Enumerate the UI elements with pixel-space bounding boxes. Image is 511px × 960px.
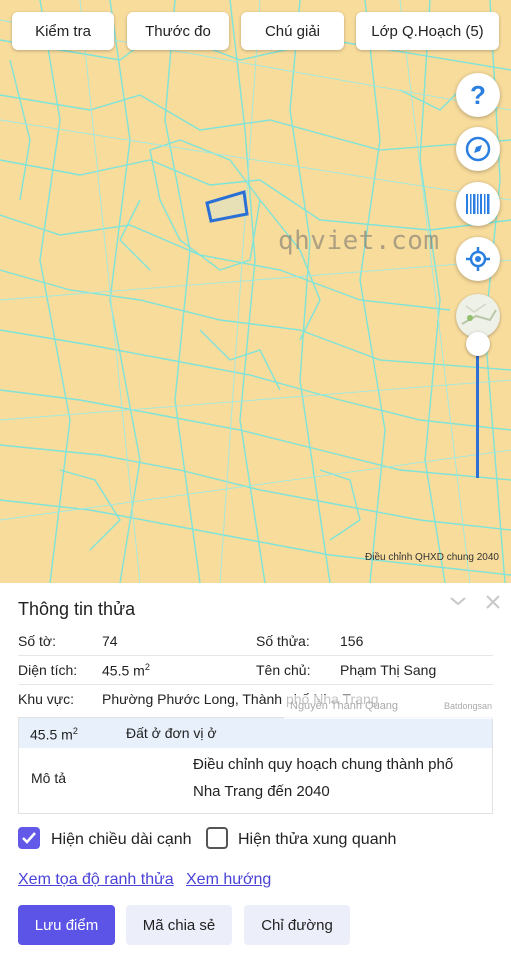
area-label: Diện tích: xyxy=(18,662,78,678)
save-point-button[interactable]: Lưu điểm xyxy=(18,905,115,945)
table-land-type: Đất ở đơn vị ở xyxy=(126,725,217,741)
divider xyxy=(18,655,493,656)
check-button[interactable]: Kiểm tra xyxy=(12,12,114,50)
checkmark-icon xyxy=(22,832,36,844)
owner-value: Phạm Thị Sang xyxy=(340,662,437,678)
desc-value-line2: Nha Trang đến 2040 xyxy=(193,783,330,800)
measure-button[interactable]: Thước đo xyxy=(127,12,229,50)
area-value: 45.5 m2 xyxy=(102,662,150,679)
close-icon[interactable] xyxy=(484,593,502,611)
table-row: Mô tả Điều chỉnh quy hoạch chung thành p… xyxy=(19,748,492,814)
chevron-down-icon[interactable] xyxy=(448,593,468,609)
map-caption: Điều chỉnh QHXD chung 2040 xyxy=(365,552,499,563)
sheet-value: 74 xyxy=(102,633,118,649)
compass-icon xyxy=(465,136,491,162)
neighbors-checkbox[interactable] xyxy=(206,827,228,849)
region-label: Khu vực: xyxy=(18,691,75,707)
zoom-slider-track[interactable] xyxy=(476,356,479,478)
parcel-info-panel: Thông tin thửa Số tờ: 74 Số thửa: 156 Di… xyxy=(0,583,511,960)
owner-label: Tên chủ: xyxy=(256,662,311,678)
map-view[interactable]: qhviet.com Điều chỉnh QHXD chung 2040 Ki… xyxy=(0,0,511,583)
image-watermark-band: Nguyễn Thanh Quang Batdongsan xyxy=(284,695,511,719)
desc-value-line1: Điều chỉnh quy hoạch chung thành phố xyxy=(193,756,454,773)
divider xyxy=(18,684,493,685)
land-use-table: 45.5 m2 Đất ở đơn vị ở Mô tả Điều chỉnh … xyxy=(18,717,493,814)
parcel-label: Số thửa: xyxy=(256,633,310,649)
zoom-slider-handle[interactable] xyxy=(466,332,490,356)
help-icon: ? xyxy=(470,79,486,110)
sheet-label: Số tờ: xyxy=(18,633,56,649)
direction-link[interactable]: Xem hướng xyxy=(186,871,271,889)
share-code-button[interactable]: Mã chia sẻ xyxy=(126,905,232,945)
directions-button[interactable]: Chỉ đường xyxy=(244,905,350,945)
watermark-brand: Batdongsan xyxy=(444,701,493,711)
barcode-button[interactable] xyxy=(456,182,500,226)
legend-button[interactable]: Chú giải xyxy=(241,12,344,50)
map-watermark: qhviet.com xyxy=(278,226,440,256)
parcel-lines xyxy=(0,0,511,583)
locate-button[interactable] xyxy=(456,237,500,281)
neighbors-label[interactable]: Hiện thửa xung quanh xyxy=(238,831,396,849)
desc-label: Mô tả xyxy=(31,770,67,786)
compass-button[interactable] xyxy=(456,127,500,171)
panel-title: Thông tin thửa xyxy=(18,599,136,619)
boundary-coords-link[interactable]: Xem tọa độ ranh thửa xyxy=(18,871,174,889)
help-button[interactable]: ? xyxy=(456,73,500,117)
edge-length-label[interactable]: Hiện chiều dài cạnh xyxy=(51,831,192,849)
watermark-name: Nguyễn Thanh Quang xyxy=(290,700,399,712)
edge-length-checkbox[interactable] xyxy=(18,827,40,849)
parcel-value: 156 xyxy=(340,633,364,649)
area-owner-row: Diện tích: 45.5 m2 Tên chủ: Phạm Thị San… xyxy=(18,662,493,682)
sheet-parcel-row: Số tờ: 74 Số thửa: 156 xyxy=(18,633,493,653)
table-header-row: 45.5 m2 Đất ở đơn vị ở xyxy=(19,718,492,748)
table-area: 45.5 m2 xyxy=(30,726,78,743)
barcode-icon xyxy=(466,194,490,214)
planning-layer-button[interactable]: Lớp Q.Hoạch (5) xyxy=(356,12,499,50)
locate-icon xyxy=(466,247,490,271)
